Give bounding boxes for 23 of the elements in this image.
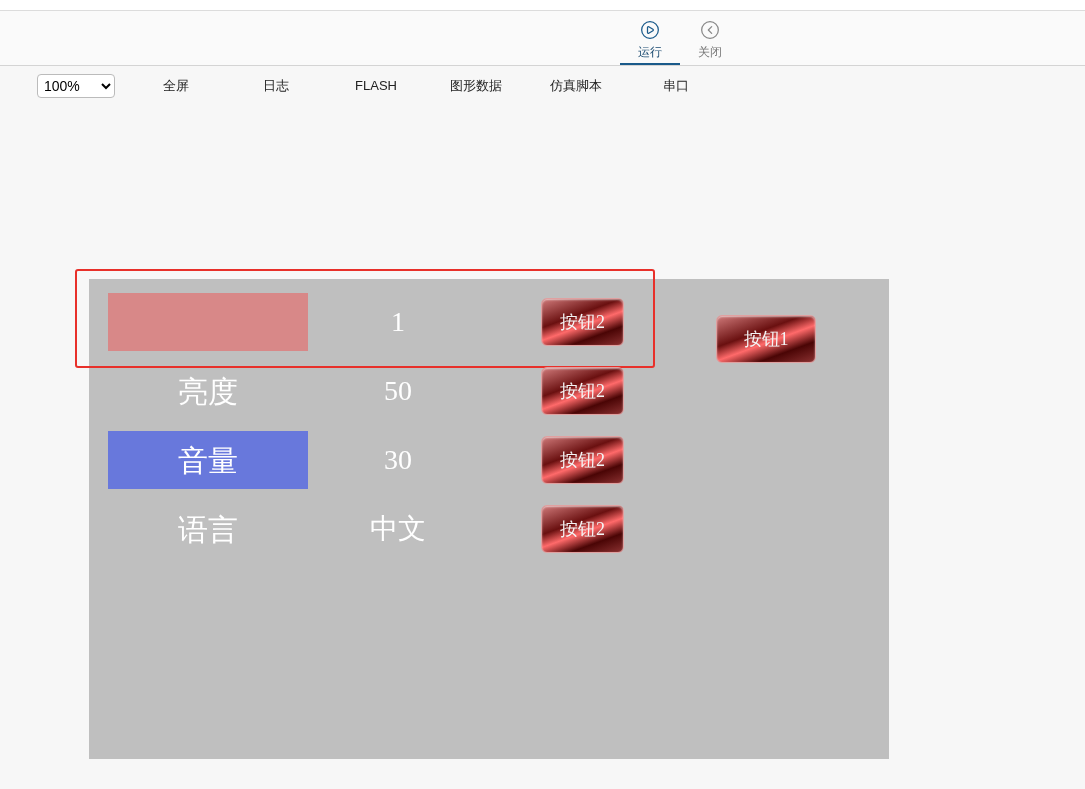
toolbar-tab[interactable]: 运行 xyxy=(620,11,680,65)
toolbar-item[interactable]: 图形数据 xyxy=(426,75,526,96)
row-value: 中文 xyxy=(370,512,426,546)
row-value: 30 xyxy=(384,443,412,477)
row-value: 1 xyxy=(391,305,405,339)
toolbar-tab[interactable]: 关闭 xyxy=(680,11,740,65)
zoom-select[interactable]: 100% xyxy=(37,73,115,98)
row-label: 语言 xyxy=(178,511,238,548)
toolbar-item[interactable]: 全屏 xyxy=(126,75,226,96)
row-button[interactable]: 按钮2 xyxy=(541,505,624,553)
back-icon xyxy=(700,20,720,40)
toolbar-item[interactable]: 串口 xyxy=(626,75,726,96)
row-label: 音量 xyxy=(178,442,238,479)
play-icon xyxy=(640,20,660,40)
row-button[interactable]: 按钮2 xyxy=(541,367,624,415)
toolbar-item[interactable]: 仿真脚本 xyxy=(526,75,626,96)
toolbar-item[interactable]: 日志 xyxy=(226,75,326,96)
row-label: 亮度 xyxy=(178,373,238,410)
row-value: 50 xyxy=(384,374,412,408)
row-button[interactable]: 按钮2 xyxy=(541,436,624,484)
side-button[interactable]: 按钮1 xyxy=(716,315,816,363)
row-button[interactable]: 按钮2 xyxy=(541,298,624,346)
toolbar-item[interactable]: FLASH xyxy=(326,75,426,96)
